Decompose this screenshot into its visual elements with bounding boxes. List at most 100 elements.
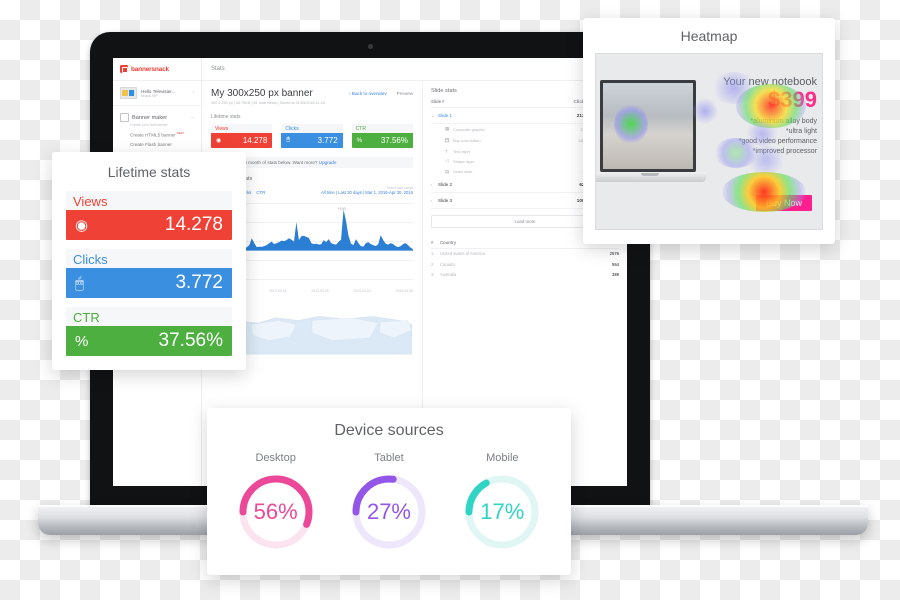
bannersnack-logo-icon [120, 65, 128, 73]
x-tick: 2013-03-15 [269, 289, 287, 293]
text-layer-icon: T [445, 148, 448, 154]
chevron-right-icon[interactable]: › [431, 182, 438, 187]
page-title: My 300x250 px banner [211, 88, 313, 99]
stat-tile-value: 37.56% [380, 136, 408, 145]
eye-icon: ◉ [216, 138, 222, 144]
rank: 2. [431, 261, 435, 267]
donut-chart-mobile: 17% [461, 471, 543, 553]
brand[interactable]: bannersnack [113, 58, 201, 81]
topbar: Stats [202, 58, 627, 81]
card-title: Lifetime stats [107, 164, 191, 180]
mouse-icon: 🖱 [75, 274, 85, 292]
layer-name: Text layer [453, 148, 471, 154]
mouse-icon: 🖱 [286, 137, 290, 143]
webcam-icon [367, 44, 373, 49]
slide-clicks: 627 [553, 182, 587, 187]
sidebar-menu: Banner maker – Create your first banner … [113, 106, 201, 147]
back-to-overview-link[interactable]: ‹ Back to overwiev [349, 91, 387, 96]
button-layer-icon: 🗖 [445, 137, 450, 143]
stat-label: CTR [73, 310, 100, 325]
col-clicks: Clicks [573, 99, 587, 104]
topbar-title: Stats [211, 66, 225, 72]
device-tablet: Tablet 27% [348, 452, 430, 553]
banner-features: *aluminum alloy body *ultra light *good vi… [738, 118, 817, 156]
layer-clicks: 246 [553, 127, 587, 132]
device-sources-card: Device sources Desktop 56% Tablet 27% Mo… [207, 408, 571, 575]
device-desktop: Desktop 56% [235, 452, 317, 553]
device-value: 17% [480, 499, 525, 524]
slide-name[interactable]: Slide 1 [438, 113, 553, 118]
image-layer-icon: ▦ [445, 126, 450, 132]
percent-icon: % [75, 332, 89, 350]
eye-icon: ◉ [75, 217, 89, 234]
banner-laptop-image [596, 80, 706, 188]
menu-item-label: Create Flash banner [130, 141, 172, 147]
banner-maker-icon [120, 113, 129, 122]
rank: 1. [431, 251, 435, 257]
slide-name[interactable]: Slide 3 [438, 198, 553, 203]
layer-name: Video slide [453, 169, 473, 175]
stat-tile-clicks: Clicks 🖱 3.772 [281, 124, 343, 148]
table-row: 2. Canada 554 [431, 259, 619, 269]
menu-subtitle: Create your first banner [130, 123, 168, 127]
lifetime-stats-label: Lifetime stats [211, 114, 241, 120]
chevron-right-icon[interactable]: › [431, 198, 438, 203]
layer-name: Buy now button [453, 138, 481, 144]
menu-title: Banner maker [132, 114, 168, 121]
account-plan: Snack VIP [141, 93, 158, 98]
stat-tile-value: 14.278 [242, 136, 268, 145]
brand-name: bannersnack [131, 65, 169, 73]
x-tick: 2013-04-26 [395, 289, 413, 293]
heatmap-canvas: Your new notebook $399 *aluminum alloy b… [595, 53, 823, 230]
card-title: Heatmap [680, 28, 738, 44]
stat-tiles: Views ◉ 14.278 Clicks 🖱 3.772 CTR % 37.5… [211, 124, 413, 148]
stat-label: Views [73, 194, 108, 209]
stat-tile-label: Clicks [285, 126, 299, 132]
device-label: Tablet [374, 452, 404, 464]
slide-clicks: 1009 [576, 197, 587, 203]
country-table: # Country Clicks 1. United states of Ame… [431, 240, 619, 280]
tab-ctr[interactable]: CTR [256, 190, 265, 195]
date-range-options[interactable]: All time | Last 30 days | Mar 1, 2016-Ap… [321, 190, 413, 195]
rank: 3. [431, 271, 435, 277]
col-country: Country [440, 239, 457, 245]
x-tick: 2013-03-29 [311, 289, 329, 293]
stat-value: 3.772 [175, 272, 223, 293]
preview-label[interactable]: Preview [397, 91, 413, 96]
stat-tile-views: Views ◉ 14.278 [211, 124, 273, 148]
sidebar-item-create-html5-banner[interactable]: Create HTML5 bannerNEW [130, 131, 194, 138]
sidebar-item-create-flash-banner[interactable]: Create Flash banner [130, 142, 194, 147]
x-axis-labels: 2013-03-01 2013-03-15 2013-03-29 2013-04… [227, 289, 413, 293]
lifetime-stat-views: Views ◉ 14.278 [66, 191, 232, 240]
lifetime-stats-card: Lifetime stats Views ◉ 14.278 Clicks 🖱 3… [52, 152, 246, 370]
buy-now-button[interactable]: Buy Now [755, 195, 812, 211]
slide-clicks: 2134 [576, 113, 587, 118]
stat-value: 37.56% [158, 330, 223, 351]
lifetime-stat-clicks: Clicks 🖱 3.772 [66, 249, 232, 298]
col-rank: # [431, 239, 434, 245]
country-name: United states of America [440, 251, 486, 257]
account-switcher[interactable]: Hello Televisier... Snack VIP › [113, 81, 201, 106]
stat-label: Clicks [73, 252, 108, 267]
device-label: Desktop [255, 452, 296, 464]
layer-clicks: 98 [553, 169, 587, 174]
country-name: Canada [440, 261, 455, 267]
x-tick: 2013-04-12 [353, 289, 371, 293]
scene: bannersnack Hello Televisier... Snack VI… [0, 0, 900, 600]
video-layer-icon: ▤ [445, 168, 450, 174]
device-label: Mobile [486, 452, 519, 464]
chevron-right-icon: › [192, 90, 194, 96]
shape-layer-icon: ◁ [445, 158, 449, 164]
percent-icon: % [356, 137, 362, 144]
sidebar-item-banner-maker[interactable]: Banner maker – [120, 113, 194, 122]
table-row: 3. Australia 389 [431, 269, 619, 279]
upgrade-link[interactable]: Upgrade [319, 160, 337, 165]
collapse-icon[interactable]: – [191, 115, 194, 121]
stat-tile-value: 3.772 [317, 136, 338, 145]
layer-clicks: 1856 [553, 138, 587, 143]
chart-plot [227, 209, 413, 251]
chevron-down-icon[interactable]: ⌄ [431, 113, 438, 118]
stat-value: 14.278 [164, 214, 223, 235]
col-slide: Slide # [431, 99, 445, 104]
slide-name[interactable]: Slide 2 [438, 182, 553, 187]
